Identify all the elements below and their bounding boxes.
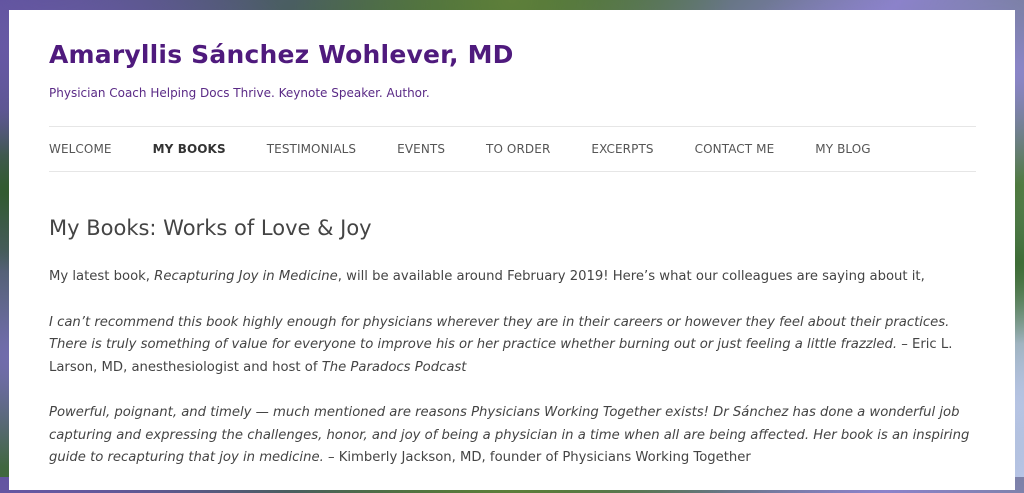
page-container: Amaryllis Sánchez Wohlever, MD Physician… — [9, 10, 1015, 490]
page-title: My Books: Works of Love & Joy — [49, 216, 372, 240]
podcast-title: The Paradocs Podcast — [321, 359, 467, 375]
site-tagline: Physician Coach Helping Docs Thrive. Key… — [49, 86, 430, 100]
intro-after: , will be available around February 2019… — [337, 269, 925, 284]
nav-item-events[interactable]: EVENTS — [397, 142, 445, 156]
nav-item-my-books[interactable]: MY BOOKS — [153, 142, 226, 156]
article-content: My latest book, Recapturing Joy in Medic… — [49, 266, 979, 493]
main-navigation: WELCOME MY BOOKS TESTIMONIALS EVENTS TO … — [49, 126, 976, 172]
nav-item-excerpts[interactable]: EXCERPTS — [591, 142, 653, 156]
nav-item-welcome[interactable]: WELCOME — [49, 142, 112, 156]
site-title[interactable]: Amaryllis Sánchez Wohlever, MD — [49, 40, 514, 69]
intro-paragraph: My latest book, Recapturing Joy in Medic… — [49, 266, 979, 289]
book-title: Recapturing Joy in Medicine — [154, 269, 338, 284]
testimonial-2: Powerful, poignant, and timely — much me… — [49, 402, 979, 470]
testimonial-1: I can’t recommend this book highly enoug… — [49, 312, 979, 380]
nav-item-testimonials[interactable]: TESTIMONIALS — [267, 142, 356, 156]
nav-item-to-order[interactable]: TO ORDER — [486, 142, 550, 156]
intro-before: My latest book, — [49, 269, 155, 284]
nav-item-my-blog[interactable]: MY BLOG — [815, 142, 870, 156]
nav-item-contact-me[interactable]: CONTACT ME — [695, 142, 775, 156]
testimonial-1-quote: I can’t recommend this book highly enoug… — [49, 314, 950, 353]
testimonial-2-attribution: – Kimberly Jackson, MD, founder of Physi… — [323, 450, 751, 465]
